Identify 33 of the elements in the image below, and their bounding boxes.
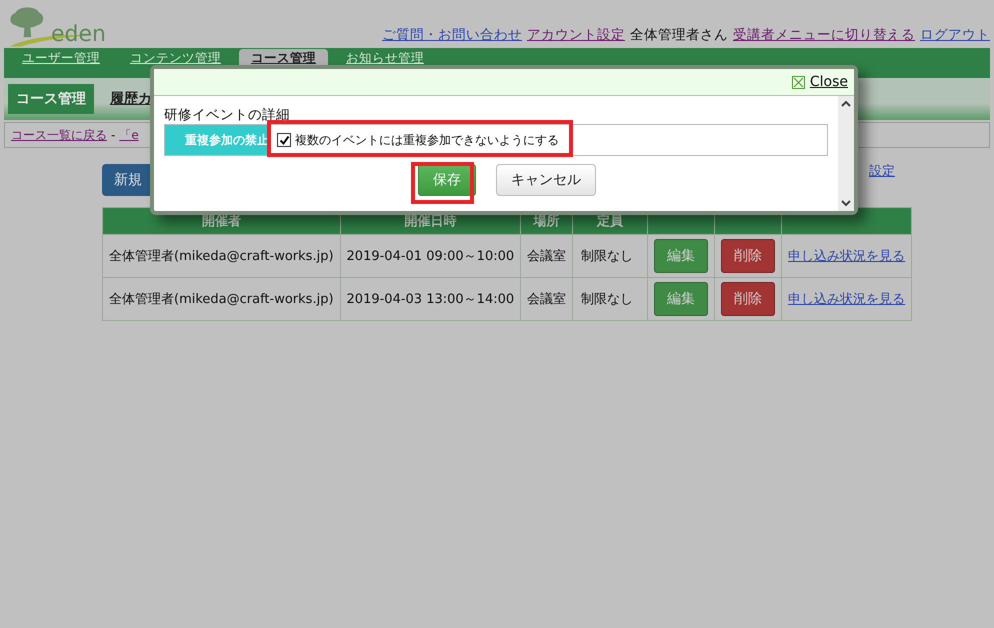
breadcrumb-separator: -	[111, 128, 116, 142]
subnav-tab[interactable]: コース管理	[8, 84, 94, 114]
checkbox[interactable]	[277, 133, 291, 147]
section-title: 研修イベントの詳細	[164, 106, 291, 124]
cancel-button[interactable]: キャンセル	[496, 164, 596, 196]
close-icon	[792, 76, 805, 88]
scrollbar[interactable]	[838, 96, 854, 211]
edit-button[interactable]: 編集	[654, 239, 708, 273]
back-link[interactable]: コース一覧に戻る	[11, 126, 107, 144]
table-cell: 制限なし	[572, 278, 648, 320]
delete-button[interactable]: 削除	[721, 239, 776, 273]
table-cell: 会議室	[520, 234, 573, 278]
header-link[interactable]: 受講者メニューに切り替える	[733, 26, 915, 44]
edit-button[interactable]: 編集	[654, 282, 708, 316]
header-link[interactable]: ログアウト	[920, 26, 990, 44]
checkbox-label: 複数のイベントには重複参加できないようにする	[295, 132, 559, 148]
delete-button[interactable]: 削除	[721, 282, 776, 316]
table-cell: 全体管理者(mikeda@craft-works.jp)	[102, 234, 340, 278]
scroll-up-icon[interactable]	[841, 100, 851, 107]
header-link[interactable]: アカウント設定	[527, 26, 625, 44]
scroll-down-icon[interactable]	[841, 200, 851, 207]
table-cell: 制限なし	[572, 234, 648, 278]
header-link[interactable]: ご質問・お問い合わせ	[382, 26, 522, 44]
table-cell: 会議室	[520, 278, 573, 320]
table-cell: 2019-04-03 13:00～14:00	[340, 278, 521, 320]
settings-link[interactable]: 設定	[869, 162, 895, 180]
nav-tab[interactable]: ユーザー管理	[10, 49, 112, 78]
table-cell: 全体管理者(mikeda@craft-works.jp)	[102, 278, 340, 320]
table-cell: 2019-04-01 09:00～10:00	[340, 234, 521, 278]
highlight-frame	[411, 162, 474, 204]
close-link[interactable]: Close	[792, 74, 848, 90]
breadcrumb-current[interactable]: 「e	[119, 126, 139, 144]
user-name: 全体管理者さん	[630, 26, 728, 44]
